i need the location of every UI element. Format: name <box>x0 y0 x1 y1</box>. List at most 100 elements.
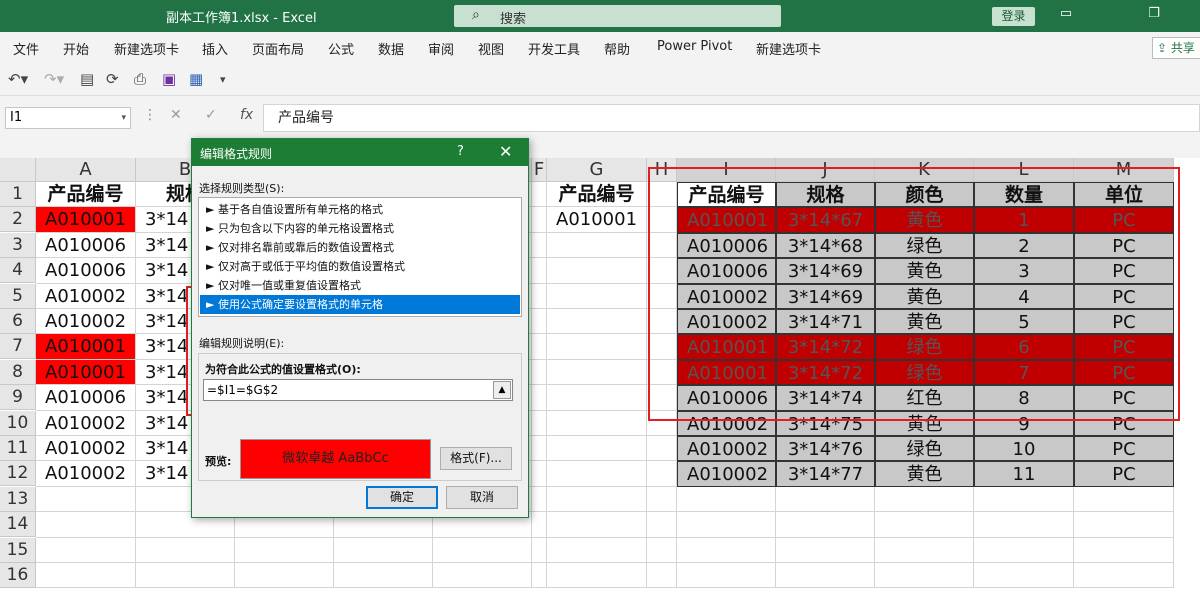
grid-cell[interactable] <box>433 537 532 563</box>
table-cell[interactable]: 绿色 <box>875 436 974 462</box>
tab-view[interactable]: 视图 <box>478 39 504 58</box>
row-header-11[interactable]: 11 <box>0 436 36 461</box>
column-header-a[interactable]: A <box>36 158 136 182</box>
tab-power-pivot[interactable]: Power Pivot <box>657 39 732 54</box>
tab-new-2[interactable]: 新建选项卡 <box>756 39 821 58</box>
grid-cell[interactable] <box>974 563 1074 589</box>
grid-cell[interactable] <box>433 563 532 589</box>
grid-cell[interactable] <box>235 563 334 589</box>
ribbon-display-icon[interactable]: ▭ <box>1054 6 1078 26</box>
grid-cell[interactable] <box>532 486 547 513</box>
grid-cell[interactable] <box>532 436 547 462</box>
collapse-dialog-icon[interactable]: ▲ <box>493 381 511 399</box>
grid-cell[interactable] <box>532 410 547 436</box>
table-cell[interactable]: 3*14*77 <box>776 461 875 487</box>
grid-cell[interactable] <box>1074 512 1174 538</box>
print-icon[interactable]: ⎙ <box>134 70 146 88</box>
rule-type-item[interactable]: ► 仅对高于或低于平均值的数值设置格式 <box>200 257 520 276</box>
grid-cell[interactable] <box>532 512 547 538</box>
grid-cell[interactable] <box>547 461 647 487</box>
search-box[interactable]: ⌕ 搜索 <box>454 5 781 27</box>
grid-cell[interactable] <box>136 537 235 563</box>
grid-cell[interactable] <box>36 537 136 563</box>
grid-cell[interactable] <box>647 512 677 538</box>
grid-cell[interactable] <box>776 512 875 538</box>
table-cell[interactable]: 11 <box>974 461 1074 487</box>
table-cell[interactable]: PC <box>1074 436 1174 462</box>
rule-type-item-selected[interactable]: ► 使用公式确定要设置格式的单元格 <box>200 295 520 314</box>
tab-data[interactable]: 数据 <box>378 39 404 58</box>
grid-cell[interactable] <box>547 334 647 360</box>
grid-cell[interactable] <box>875 512 974 538</box>
header-cell[interactable]: 产品编号 <box>547 182 647 208</box>
rule-type-item[interactable]: ► 只为包含以下内容的单元格设置格式 <box>200 219 520 238</box>
table-cell[interactable]: A010002 <box>677 461 776 487</box>
refresh-icon[interactable]: ⟳ <box>106 70 119 88</box>
grid-cell[interactable] <box>875 537 974 563</box>
cell-g[interactable]: A010001 <box>547 207 647 233</box>
grid-cell[interactable] <box>532 385 547 411</box>
layout-icon[interactable]: ▦ <box>189 70 203 88</box>
row-header-8[interactable]: 8 <box>0 359 36 385</box>
login-button[interactable]: 登录 <box>992 7 1035 26</box>
grid-cell[interactable] <box>334 563 433 589</box>
grid-cell[interactable] <box>532 207 547 233</box>
close-icon[interactable]: ✕ <box>499 142 512 161</box>
grid-cell[interactable] <box>547 436 647 462</box>
row-header-16[interactable]: 16 <box>0 563 36 588</box>
grid-cell[interactable] <box>776 563 875 589</box>
table-cell[interactable]: 黄色 <box>875 461 974 487</box>
grid-cell[interactable] <box>647 436 677 462</box>
fx-icon[interactable]: fx <box>240 107 253 123</box>
grid-cell[interactable] <box>532 258 547 284</box>
grid-cell[interactable] <box>532 461 547 487</box>
grid-cell[interactable] <box>1074 563 1174 589</box>
tab-insert[interactable]: 插入 <box>202 39 228 58</box>
tab-formulas[interactable]: 公式 <box>328 39 354 58</box>
tab-home[interactable]: 开始 <box>63 39 89 58</box>
grid-cell[interactable] <box>532 537 547 563</box>
cell-a[interactable]: A010006 <box>36 232 136 259</box>
grid-cell[interactable] <box>547 486 647 513</box>
row-header-6[interactable]: 6 <box>0 309 36 334</box>
grid-cell[interactable] <box>647 461 677 487</box>
column-header-g[interactable]: G <box>547 158 647 182</box>
chevron-down-icon[interactable]: ▾ <box>121 108 126 128</box>
row-header-12[interactable]: 12 <box>0 461 36 487</box>
grid-cell[interactable] <box>532 232 547 259</box>
table-cell[interactable]: A010002 <box>677 436 776 462</box>
tab-review[interactable]: 审阅 <box>428 39 454 58</box>
table-cell[interactable]: 10 <box>974 436 1074 462</box>
cell-a[interactable]: A010001 <box>36 359 136 386</box>
tab-file[interactable]: 文件 <box>13 39 39 58</box>
tab-new-1[interactable]: 新建选项卡 <box>114 39 179 58</box>
formula-input[interactable]: 产品编号 <box>263 104 1200 132</box>
row-header-5[interactable]: 5 <box>0 283 36 309</box>
grid-cell[interactable] <box>974 486 1074 513</box>
row-header-7[interactable]: 7 <box>0 334 36 360</box>
share-button[interactable]: ⇪ 共享 <box>1152 37 1200 59</box>
form-icon[interactable]: ▤ <box>80 70 94 88</box>
grid-cell[interactable] <box>36 486 136 513</box>
grid-cell[interactable] <box>36 512 136 538</box>
grid-cell[interactable] <box>532 309 547 335</box>
grid-cell[interactable] <box>547 359 647 386</box>
enter-icon[interactable]: ✓ <box>205 107 217 123</box>
grid-cell[interactable] <box>547 385 647 411</box>
grid-cell[interactable] <box>547 537 647 563</box>
grid-cell[interactable] <box>334 537 433 563</box>
cell-a[interactable]: A010002 <box>36 309 136 335</box>
row-header-3[interactable]: 3 <box>0 232 36 258</box>
save-icon[interactable]: ▣ <box>162 70 176 88</box>
restore-icon[interactable]: ❐ <box>1142 6 1166 26</box>
ok-button[interactable]: 确定 <box>366 486 438 509</box>
grid-cell[interactable] <box>235 537 334 563</box>
grid-cell[interactable] <box>532 182 547 208</box>
row-header-15[interactable]: 15 <box>0 537 36 563</box>
grid-cell[interactable] <box>547 232 647 259</box>
row-header-2[interactable]: 2 <box>0 207 36 233</box>
row-header-13[interactable]: 13 <box>0 486 36 512</box>
grid-cell[interactable] <box>647 563 677 589</box>
tab-help[interactable]: 帮助 <box>604 39 630 58</box>
rule-type-item[interactable]: ► 基于各自值设置所有单元格的格式 <box>200 200 520 219</box>
